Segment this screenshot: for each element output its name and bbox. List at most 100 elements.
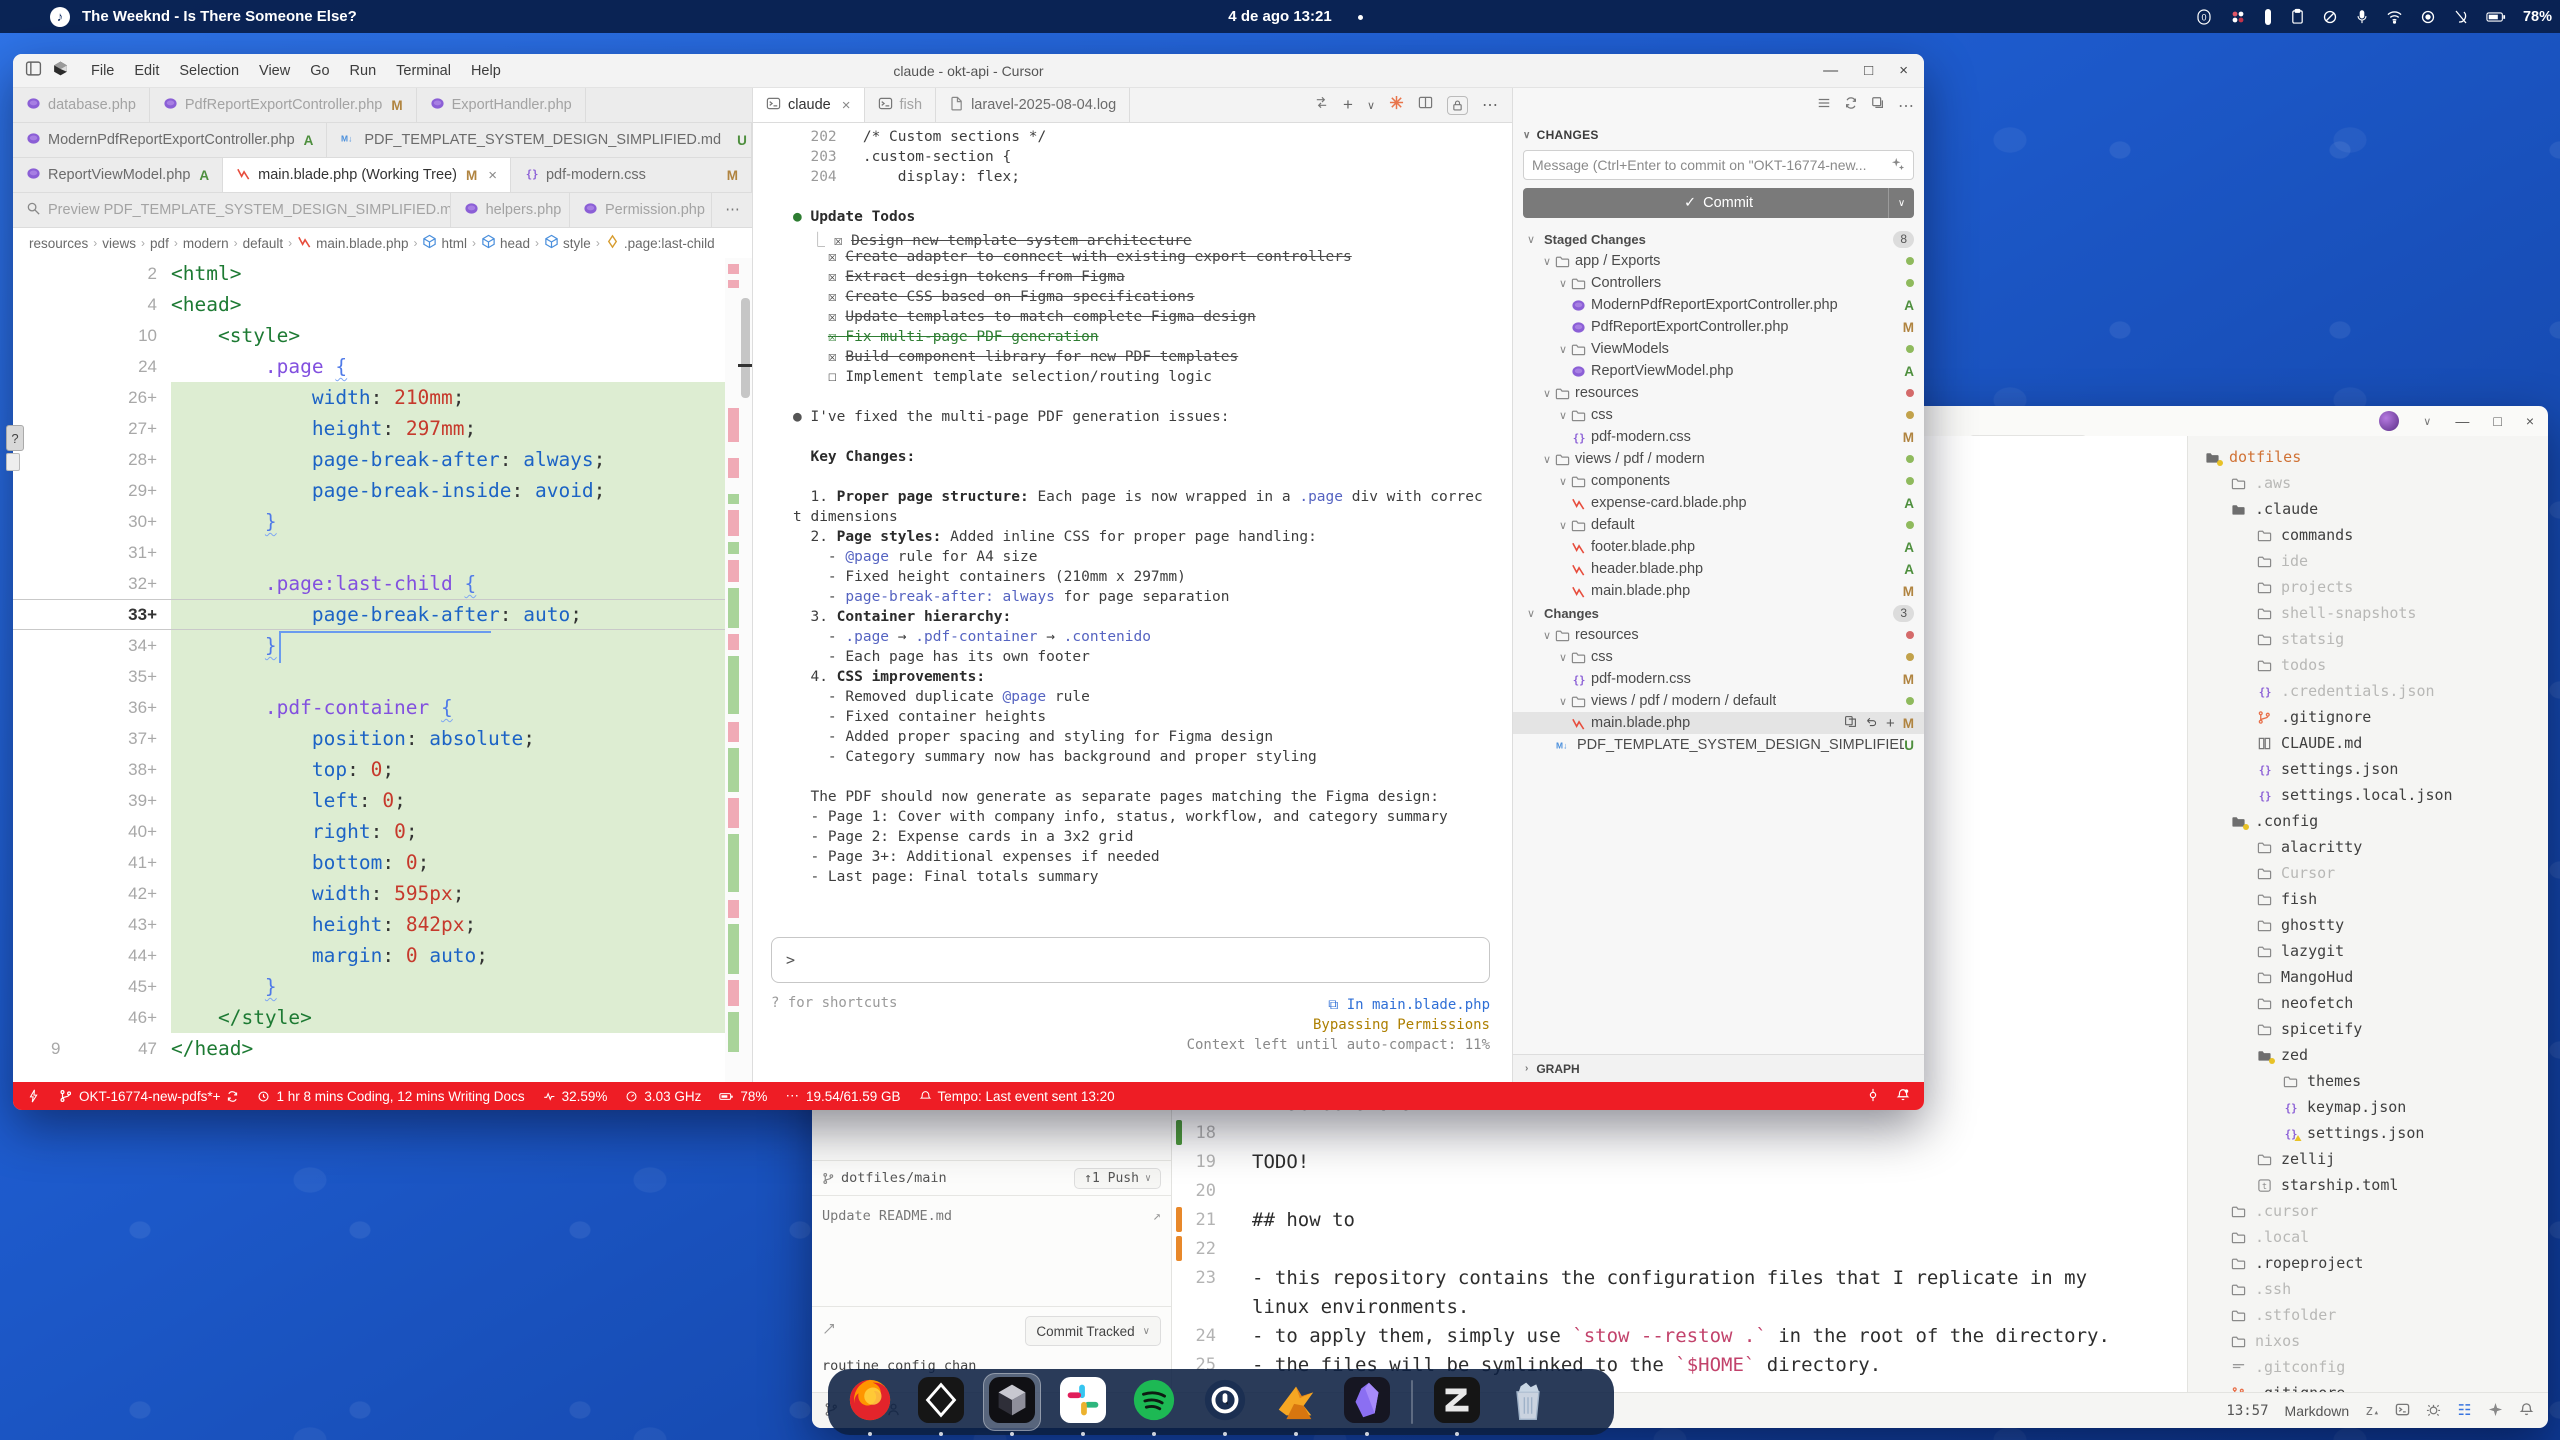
tree-item-alacritty[interactable]: alacritty <box>2188 834 2548 860</box>
scm-item-pdf-template-system-design-simplified-md[interactable]: M↓PDF_TEMPLATE_SYSTEM_DESIGN_SIMPLIFIED.… <box>1513 734 1924 756</box>
dock-firefox-icon[interactable] <box>843 1375 897 1429</box>
scm-item-default[interactable]: ∨default <box>1513 514 1924 536</box>
tree-item-todos[interactable]: todos <box>2188 652 2548 678</box>
refresh-icon[interactable] <box>1844 96 1858 116</box>
dock-onepassword-icon[interactable] <box>1198 1375 1252 1429</box>
scm-item-main-blade-php[interactable]: main.blade.phpM <box>1513 580 1924 602</box>
menu-run[interactable]: Run <box>340 60 387 82</box>
chevron-down-icon[interactable]: ∨ <box>1555 651 1571 664</box>
tree-item-lazygit[interactable]: lazygit <box>2188 938 2548 964</box>
commit-message-input[interactable]: Message (Ctrl+Enter to commit on "OKT-16… <box>1523 150 1914 180</box>
crumb-head[interactable]: head <box>481 234 530 252</box>
menu-help[interactable]: Help <box>461 60 511 82</box>
stage-icon[interactable]: + <box>1886 715 1895 732</box>
scm-item-modernpdfreportexportcontroller-php[interactable]: ModernPdfReportExportController.phpA <box>1513 294 1924 316</box>
tree-item--stfolder[interactable]: .stfolder <box>2188 1302 2548 1328</box>
capsule-icon[interactable] <box>2263 8 2273 26</box>
keyboard-indicator-icon[interactable]: 0 <box>2195 8 2213 26</box>
lock-icon[interactable] <box>1447 96 1468 115</box>
tree-item-ide[interactable]: ide <box>2188 548 2548 574</box>
battery-status[interactable]: 78% <box>719 1089 767 1104</box>
menu-go[interactable]: Go <box>300 60 339 82</box>
view-list-icon[interactable] <box>1817 96 1831 116</box>
tree-item--credentials-json[interactable]: {}.credentials.json <box>2188 678 2548 704</box>
terminal-tab-claude[interactable]: claude× <box>753 88 865 122</box>
tree-item-dotfiles[interactable]: dotfiles <box>2188 444 2548 470</box>
tab-modernpdfreportexportcontroller-php[interactable]: ModernPdfReportExportController.phpA <box>13 123 327 157</box>
scm-item-controllers[interactable]: ∨Controllers <box>1513 272 1924 294</box>
tree-item--aws[interactable]: .aws <box>2188 470 2548 496</box>
chevron-down-icon[interactable]: ∨ <box>1555 343 1571 356</box>
close-button[interactable]: × <box>1899 62 1908 79</box>
push-button[interactable]: ↑1 Push∨ <box>1074 1168 1161 1189</box>
tree-item--ssh[interactable]: .ssh <box>2188 1276 2548 1302</box>
cursor-logo-icon[interactable] <box>52 60 69 82</box>
tree-item-nixos[interactable]: nixos <box>2188 1328 2548 1354</box>
tempo-status[interactable]: Tempo: Last event sent 13:20 <box>919 1089 1115 1104</box>
commit-button[interactable]: ✓Commit ∨ <box>1523 188 1914 218</box>
tree-item--ropeproject[interactable]: .ropeproject <box>2188 1250 2548 1276</box>
tree-item-ghostty[interactable]: ghostty <box>2188 912 2548 938</box>
commit-message-row[interactable]: Update README.md ↗ <box>812 1202 1171 1230</box>
tab-database-php[interactable]: database.php <box>13 88 150 122</box>
commit-dropdown[interactable]: ∨ <box>1888 188 1914 218</box>
split-icon[interactable] <box>1418 95 1433 115</box>
overview-ruler[interactable] <box>725 258 752 1082</box>
scm-item-pdfreportexportcontroller-php[interactable]: PdfReportExportController.phpM <box>1513 316 1924 338</box>
claude-terminal[interactable]: 202 /* Custom sections */ 203 .custom-se… <box>753 123 1512 1082</box>
scm-item-css[interactable]: ∨css <box>1513 404 1924 426</box>
plus-icon[interactable]: + <box>1343 95 1353 115</box>
tree-item--claude[interactable]: .claude <box>2188 496 2548 522</box>
menu-edit[interactable]: Edit <box>124 60 169 82</box>
scm-item-components[interactable]: ∨components <box>1513 470 1924 492</box>
scm-item-staged-changes[interactable]: ∨Staged Changes8 <box>1513 228 1924 250</box>
chevron-down-icon[interactable]: ∨ <box>1539 453 1555 466</box>
more-icon[interactable]: ⋯ <box>1482 95 1498 115</box>
debug-icon[interactable] <box>2426 1402 2441 1420</box>
scm-item-header-blade-php[interactable]: header.blade.phpA <box>1513 558 1924 580</box>
screen-edge-widget[interactable]: ? <box>6 425 24 471</box>
tree-item-zed[interactable]: zed <box>2188 1042 2548 1068</box>
crumb-modern[interactable]: modern <box>183 236 229 251</box>
spark-icon[interactable] <box>1389 95 1404 115</box>
clipboard-icon[interactable] <box>2290 8 2305 25</box>
cpu-usage[interactable]: 32.59% <box>543 1089 608 1104</box>
crumb-style[interactable]: style <box>544 234 591 252</box>
project-panel-icon[interactable] <box>2457 1402 2472 1420</box>
tree-item-starship-toml[interactable]: tstarship.toml <box>2188 1172 2548 1198</box>
close-icon[interactable]: × <box>488 167 497 184</box>
scm-item-views-pdf-modern-default[interactable]: ∨views / pdf / modern / default <box>1513 690 1924 712</box>
night-light-icon[interactable] <box>2453 9 2469 25</box>
cpu-freq[interactable]: 3.03 GHz <box>625 1089 701 1104</box>
tree-item-themes[interactable]: themes <box>2188 1068 2548 1094</box>
tab-pdf-modern-css[interactable]: {}pdf-modern.cssM <box>511 158 752 192</box>
crumb-html[interactable]: html <box>422 234 467 252</box>
dock-spotify-icon[interactable] <box>1127 1375 1181 1429</box>
chevron-down-icon[interactable]: ∨ <box>1539 387 1555 400</box>
ram-usage[interactable]: ⋯ 19.54/61.59 GB <box>785 1088 900 1104</box>
scm-item-changes[interactable]: ∨Changes3 <box>1513 602 1924 624</box>
scm-item-pdf-modern-css[interactable]: {}pdf-modern.cssM <box>1513 426 1924 448</box>
more-icon[interactable]: ⋯ <box>1898 96 1914 116</box>
clock[interactable]: 4 de ago 13:21 <box>1228 8 1331 25</box>
tab-helpers-php[interactable]: helpers.php <box>451 193 570 227</box>
chevron-down-icon[interactable]: ∨ <box>1523 130 1531 141</box>
dock-obsidian-icon[interactable] <box>1340 1375 1394 1429</box>
tree-item-settings-json[interactable]: {}settings.json <box>2188 756 2548 782</box>
branch-indicator[interactable]: OKT-16774-new-pdfs*+ <box>59 1089 239 1104</box>
crumb--page-last-child[interactable]: .page:last-child <box>605 234 715 252</box>
tree-item-mangohud[interactable]: MangoHud <box>2188 964 2548 990</box>
copilot-icon[interactable]: z▴ <box>2365 1403 2379 1419</box>
time-tracker[interactable]: 1 hr 8 mins Coding, 12 mins Writing Docs <box>257 1089 524 1104</box>
scm-item-resources[interactable]: ∨resources <box>1513 382 1924 404</box>
menu-file[interactable]: File <box>81 60 124 82</box>
dock-zed-icon[interactable] <box>1430 1375 1484 1429</box>
tree-item-spicetify[interactable]: spicetify <box>2188 1016 2548 1042</box>
language-mode[interactable]: Markdown <box>2285 1403 2350 1419</box>
generate-message-icon[interactable] <box>1891 157 1905 174</box>
dock-trash-icon[interactable] <box>1501 1375 1555 1429</box>
chevron-down-icon[interactable]: ∨ <box>1555 409 1571 422</box>
scm-item-main-blade-php[interactable]: main.blade.php+M <box>1513 712 1924 734</box>
commit-tracked-button[interactable]: Commit Tracked∨ <box>1025 1316 1161 1346</box>
media-indicator[interactable]: ♪ The Weeknd - Is There Someone Else? <box>50 7 357 27</box>
